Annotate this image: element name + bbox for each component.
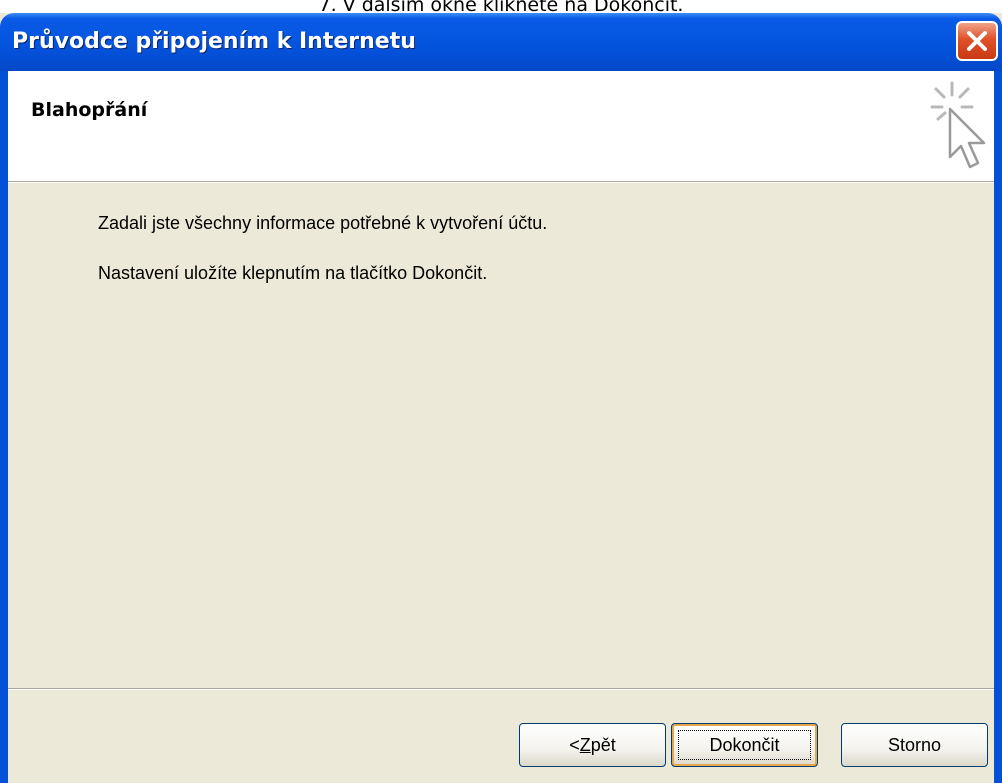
page-title: Blahopřání <box>31 99 148 121</box>
cancel-button[interactable]: Storno <box>841 723 988 767</box>
close-icon <box>967 31 987 51</box>
window-frame-left <box>0 71 8 783</box>
wizard-header: Blahopřání <box>8 71 994 181</box>
finish-button[interactable]: Dokončit <box>671 723 818 767</box>
back-button-mnemonic: Z <box>579 734 591 755</box>
info-text-accounts: Zadali jste všechny informace potřebné k… <box>98 213 548 233</box>
wizard-window: Průvodce připojením k Internetu Blahopřá… <box>0 13 1002 783</box>
window-title: Průvodce připojením k Internetu <box>12 29 416 54</box>
cancel-button-label: Storno <box>887 734 942 755</box>
back-button-prefix: < <box>569 734 580 755</box>
wizard-cursor-icon <box>930 81 986 169</box>
back-button-label: pět <box>590 734 616 755</box>
info-text-save: Nastavení uložíte klepnutím na tlačítko … <box>98 263 488 283</box>
window-frame-right <box>994 71 1002 783</box>
wizard-content: Zadali jste všechny informace potřebné k… <box>8 183 994 688</box>
title-bar[interactable]: Průvodce připojením k Internetu <box>0 13 1002 71</box>
focus-rectangle <box>678 730 811 760</box>
back-button[interactable]: < Zpět <box>519 723 666 767</box>
close-button[interactable] <box>956 21 998 61</box>
footer-separator-highlight <box>8 689 994 690</box>
